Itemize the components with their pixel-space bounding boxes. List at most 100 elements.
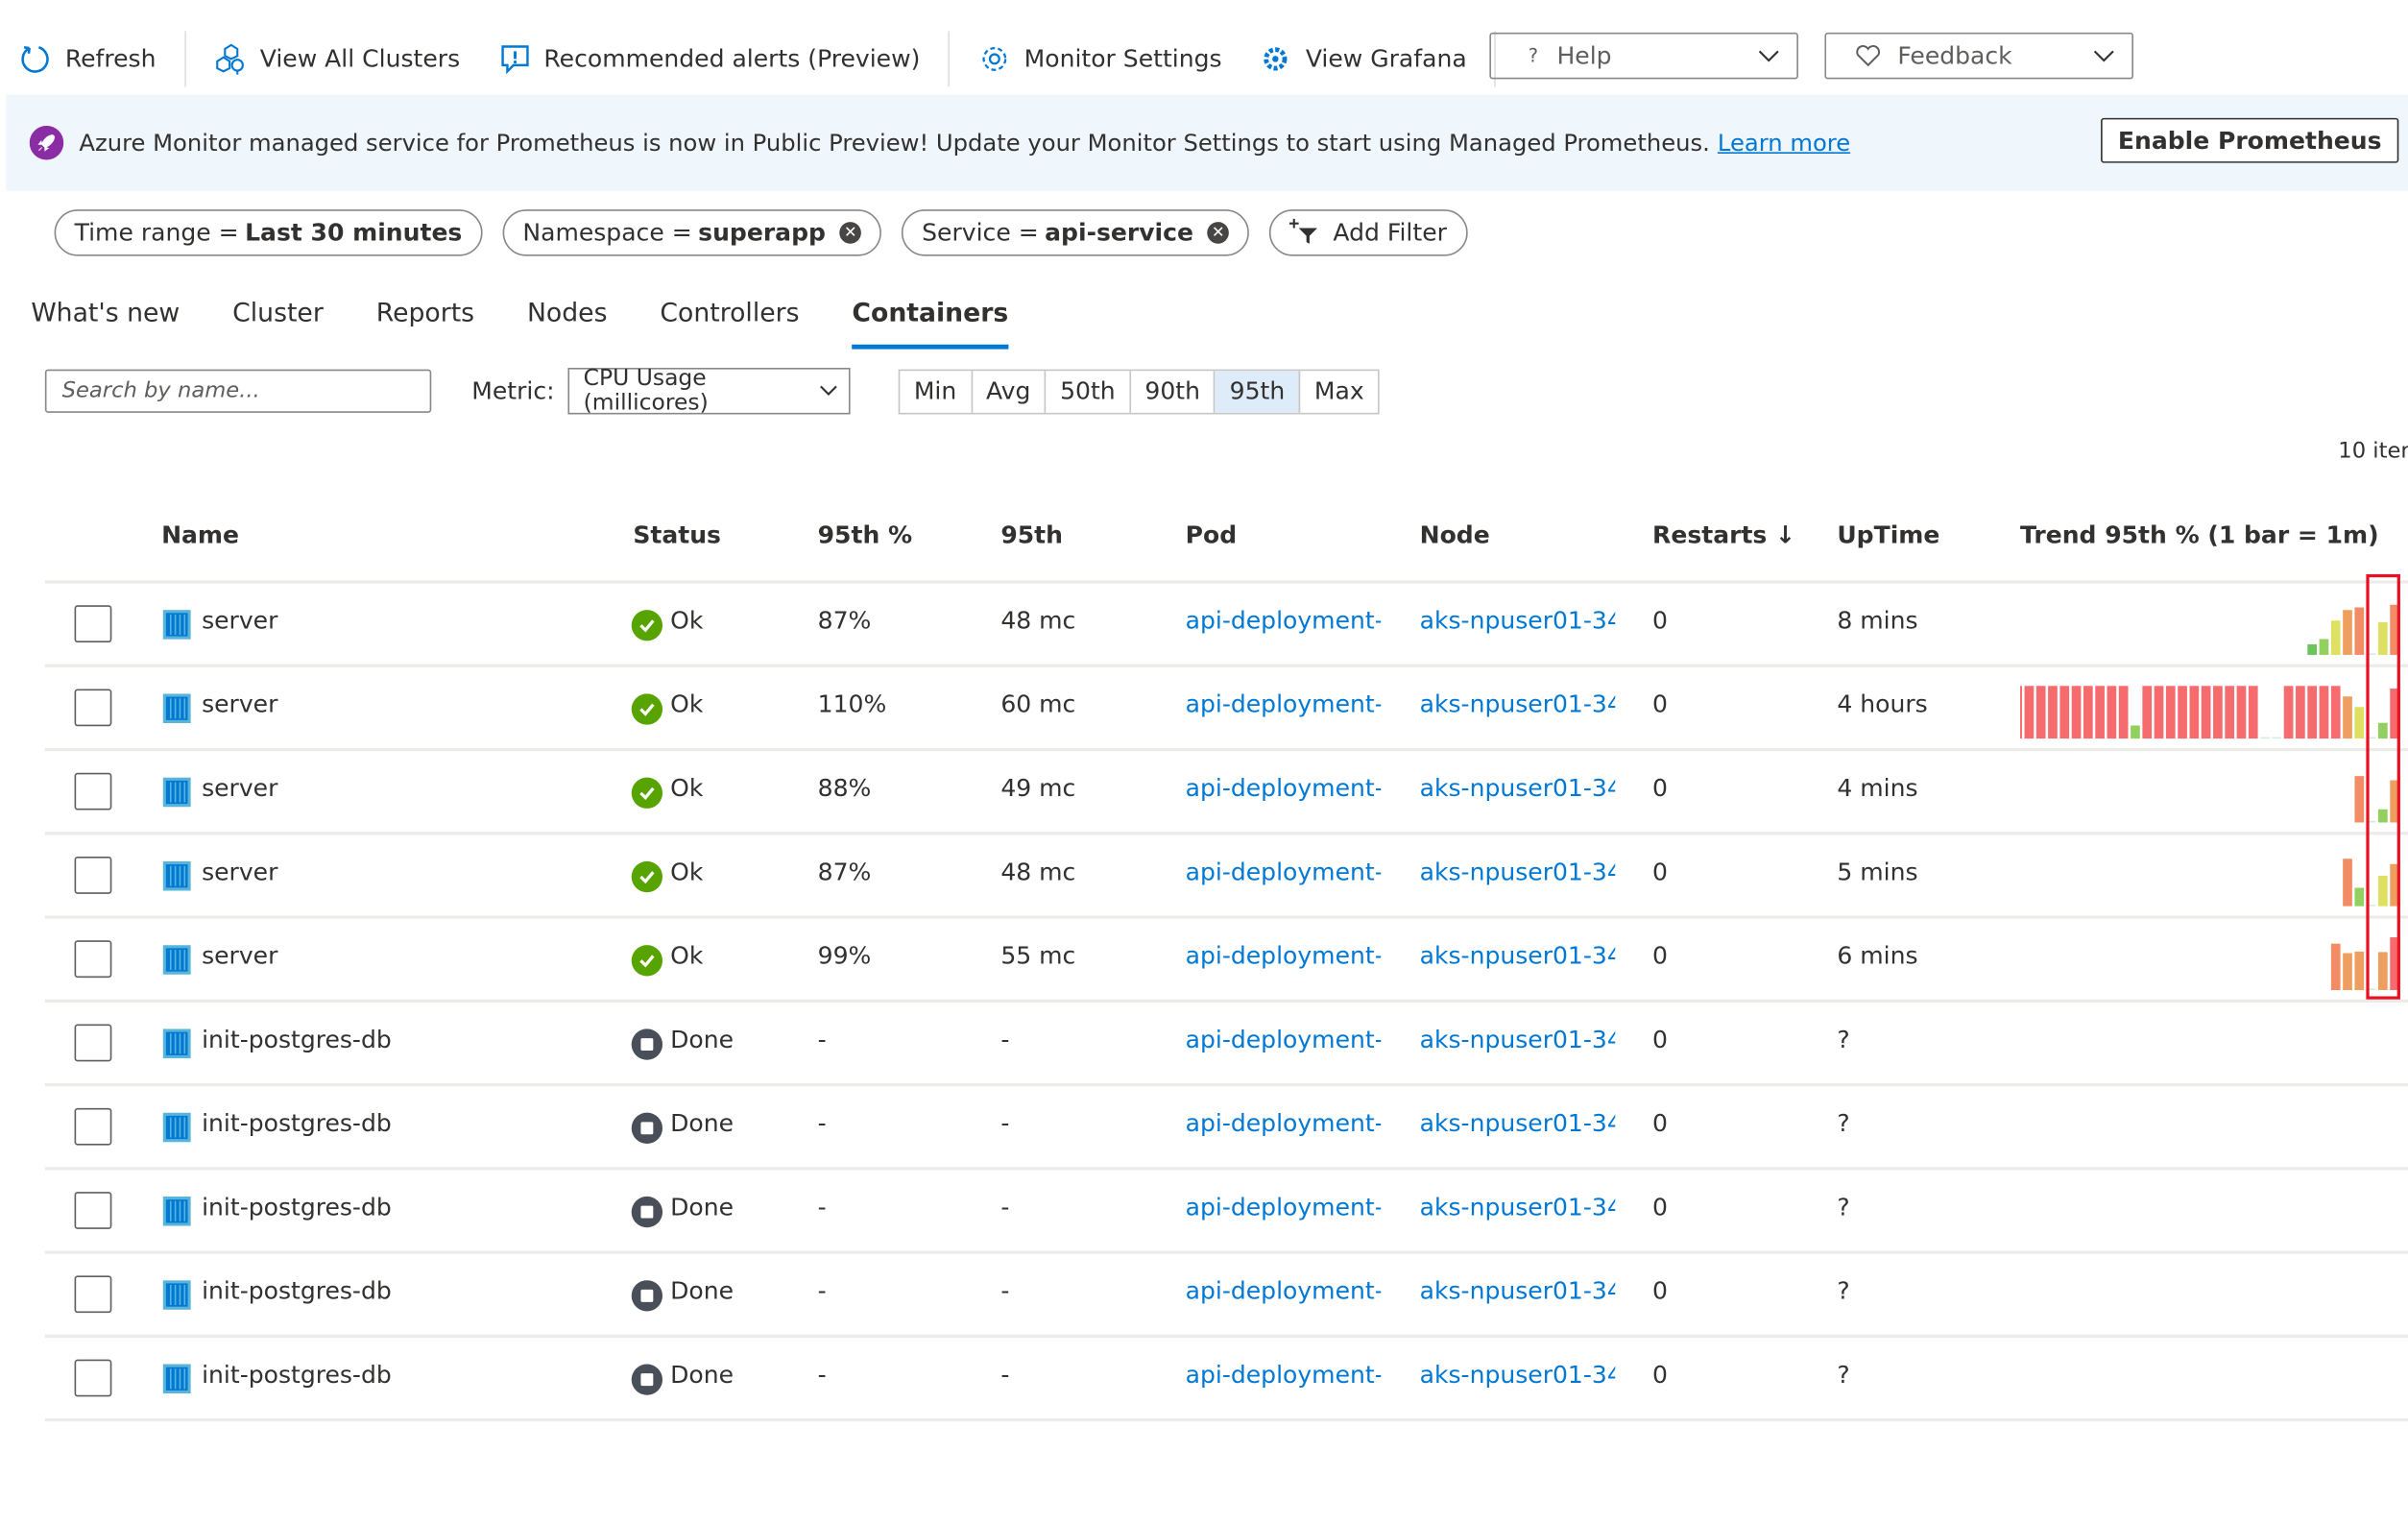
table-row[interactable]: server Ok 110% 60 mc api-deployment-8 ak… xyxy=(44,664,2408,748)
remove-filter-icon[interactable]: ✕ xyxy=(1207,222,1230,244)
pod-link[interactable]: api-deployment-8 xyxy=(1186,690,1382,718)
aggregation-min[interactable]: Min xyxy=(900,371,973,413)
node-link[interactable]: aks-npuser01-347 xyxy=(1420,774,1616,802)
containers-table: server Ok 87% 48 mc api-deployment-8 aks… xyxy=(44,580,2408,1422)
node-link[interactable]: aks-npuser01-347 xyxy=(1420,690,1616,718)
row-checkbox[interactable] xyxy=(74,1275,112,1314)
uptime-value: ? xyxy=(1837,1361,1850,1390)
search-input[interactable]: Search by name... xyxy=(44,369,432,413)
view-all-clusters-button[interactable]: View All Clusters xyxy=(195,31,479,86)
row-checkbox[interactable] xyxy=(74,1359,112,1397)
monitor-settings-button[interactable]: Monitor Settings xyxy=(959,31,1240,86)
tab-whats-new[interactable]: What's new xyxy=(31,289,180,345)
column-header-uptime[interactable]: UpTime xyxy=(1837,521,1939,549)
pct-value: - xyxy=(817,1276,827,1306)
row-checkbox[interactable] xyxy=(74,605,112,643)
row-checkbox[interactable] xyxy=(74,857,112,894)
container-name[interactable]: init-postgres-db xyxy=(202,1109,392,1137)
container-name[interactable]: init-postgres-db xyxy=(202,1361,392,1389)
column-header-trend[interactable]: Trend 95th % (1 bar = 1m) xyxy=(2020,521,2379,549)
container-name[interactable]: server xyxy=(202,607,277,635)
help-dropdown[interactable]: ? Help xyxy=(1489,32,1798,80)
pod-link[interactable]: api-deployment-8 xyxy=(1186,1277,1382,1305)
metric-value: 48 mc xyxy=(1000,858,1076,886)
container-name[interactable]: init-postgres-db xyxy=(202,1277,392,1305)
pod-link[interactable]: api-deployment-8 xyxy=(1186,1109,1382,1137)
container-name[interactable]: server xyxy=(202,774,277,802)
container-name[interactable]: server xyxy=(202,859,277,886)
node-link[interactable]: aks-npuser01-347 xyxy=(1420,1109,1616,1137)
pod-link[interactable]: api-deployment-8 xyxy=(1186,607,1382,635)
table-row[interactable]: init-postgres-db Done - - api-deployment… xyxy=(44,999,2408,1083)
table-row[interactable]: server Ok 99% 55 mc api-deployment-8 aks… xyxy=(44,915,2408,999)
container-name[interactable]: init-postgres-db xyxy=(202,1194,392,1222)
tab-cluster[interactable]: Cluster xyxy=(232,289,324,345)
table-row[interactable]: server Ok 88% 49 mc api-deployment-8 aks… xyxy=(44,747,2408,832)
column-header-95th[interactable]: 95th xyxy=(1000,521,1063,549)
node-link[interactable]: aks-npuser01-347 xyxy=(1420,1026,1616,1053)
metric-dropdown[interactable]: CPU Usage (millicores) xyxy=(567,366,851,416)
node-link[interactable]: aks-npuser01-347 xyxy=(1420,1361,1616,1389)
row-checkbox[interactable] xyxy=(74,689,112,727)
time-range-filter[interactable]: Time range = Last 30 minutes xyxy=(54,209,483,256)
column-header-95th-pct[interactable]: 95th % xyxy=(818,521,913,549)
container-name[interactable]: init-postgres-db xyxy=(202,1026,392,1053)
tab-containers[interactable]: Containers xyxy=(852,289,1009,350)
refresh-button[interactable]: Refresh xyxy=(0,31,175,86)
pod-link[interactable]: api-deployment-8 xyxy=(1186,1194,1382,1222)
pct-value: 87% xyxy=(817,858,872,886)
column-header-status[interactable]: Status xyxy=(633,521,721,549)
node-link[interactable]: aks-npuser01-347 xyxy=(1420,859,1616,886)
row-checkbox[interactable] xyxy=(74,1024,112,1062)
node-link[interactable]: aks-npuser01-347 xyxy=(1420,1194,1616,1222)
container-name[interactable]: server xyxy=(202,690,277,718)
pod-link[interactable]: api-deployment-8 xyxy=(1186,942,1382,970)
column-header-node[interactable]: Node xyxy=(1420,521,1490,549)
table-row[interactable]: init-postgres-db Done - - api-deployment… xyxy=(44,1250,2408,1334)
recommended-alerts-button[interactable]: Recommended alerts (Preview) xyxy=(479,31,939,86)
namespace-filter[interactable]: Namespace = superapp ✕ xyxy=(502,209,882,256)
aggregation-max[interactable]: Max xyxy=(1300,371,1378,413)
trend-bar xyxy=(2343,610,2352,655)
pod-link[interactable]: api-deployment-8 xyxy=(1186,1361,1382,1389)
feedback-dropdown[interactable]: Feedback xyxy=(1824,32,2133,80)
container-name[interactable]: server xyxy=(202,942,277,970)
table-row[interactable]: server Ok 87% 48 mc api-deployment-8 aks… xyxy=(44,832,2408,915)
row-checkbox[interactable] xyxy=(74,772,112,810)
node-link[interactable]: aks-npuser01-347 xyxy=(1420,607,1616,635)
table-row[interactable]: init-postgres-db Done - - api-deployment… xyxy=(44,1334,2408,1422)
tab-controllers[interactable]: Controllers xyxy=(660,289,799,345)
learn-more-link[interactable]: Learn more xyxy=(1718,129,1850,157)
table-row[interactable]: server Ok 87% 48 mc api-deployment-8 aks… xyxy=(44,580,2408,664)
row-checkbox[interactable] xyxy=(74,940,112,979)
trend-bar xyxy=(2107,686,2117,739)
view-grafana-button[interactable]: View Grafana xyxy=(1240,31,1485,86)
column-header-restarts[interactable]: Restarts ↓ xyxy=(1652,521,1795,549)
table-row[interactable]: init-postgres-db Done - - api-deployment… xyxy=(44,1167,2408,1250)
node-link[interactable]: aks-npuser01-347 xyxy=(1420,1277,1616,1305)
aggregation-avg[interactable]: Avg xyxy=(972,371,1047,413)
trend-bar xyxy=(2071,686,2082,739)
aggregation-50th[interactable]: 50th xyxy=(1047,371,1131,413)
restarts-value: 0 xyxy=(1652,690,1668,719)
row-checkbox[interactable] xyxy=(74,1107,112,1146)
aggregation-95th[interactable]: 95th xyxy=(1216,371,1301,413)
service-filter[interactable]: Service = api-service ✕ xyxy=(902,209,1250,256)
filter-value: superapp xyxy=(698,218,826,247)
table-row[interactable]: init-postgres-db Done - - api-deployment… xyxy=(44,1082,2408,1167)
aggregation-90th[interactable]: 90th xyxy=(1131,371,1216,413)
column-header-pod[interactable]: Pod xyxy=(1186,521,1238,549)
row-checkbox[interactable] xyxy=(74,1192,112,1229)
remove-filter-icon[interactable]: ✕ xyxy=(839,222,862,244)
enable-prometheus-button[interactable]: Enable Prometheus xyxy=(2101,117,2399,163)
tab-nodes[interactable]: Nodes xyxy=(527,289,608,345)
tab-reports[interactable]: Reports xyxy=(376,289,474,345)
column-header-name[interactable]: Name xyxy=(161,521,239,549)
node-link[interactable]: aks-npuser01-347 xyxy=(1420,942,1616,970)
add-filter-button[interactable]: Add Filter xyxy=(1269,209,1467,256)
pod-link[interactable]: api-deployment-8 xyxy=(1186,1026,1382,1053)
pod-link[interactable]: api-deployment-8 xyxy=(1186,774,1382,802)
status-done-icon xyxy=(631,1364,663,1395)
pod-link[interactable]: api-deployment-8 xyxy=(1186,859,1382,886)
container-icon xyxy=(162,1196,191,1226)
